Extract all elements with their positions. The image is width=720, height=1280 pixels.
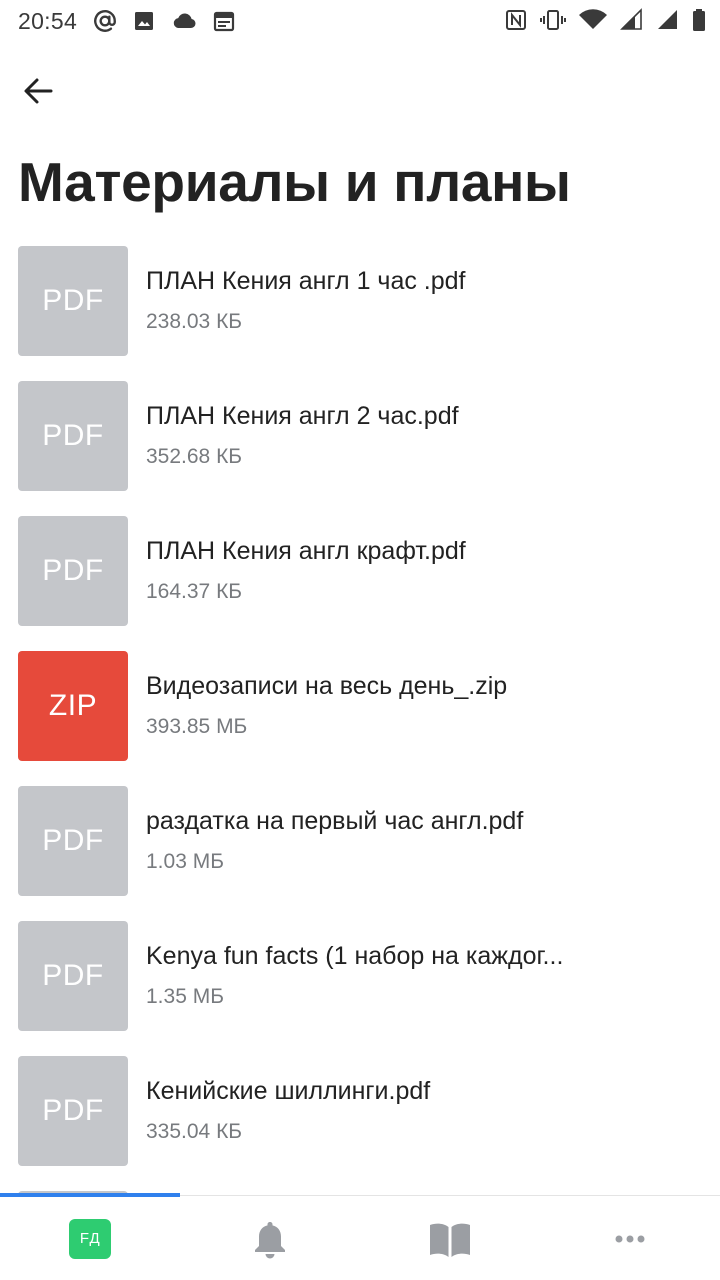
file-item[interactable]: PDF ПЛАН Кения англ 2 час.pdf 352.68 КБ <box>0 381 720 516</box>
file-type-label: ZIP <box>48 689 98 722</box>
file-name: Видеозаписи на весь день_.zip <box>146 672 508 700</box>
file-item[interactable]: PDF ПЛАН Кения англ крафт.pdf 164.37 КБ <box>0 516 720 651</box>
nav-library[interactable] <box>360 1196 540 1280</box>
avatar-initials: FД <box>79 1230 101 1247</box>
file-size: 393.85 МБ <box>146 715 248 738</box>
file-name: ПЛАН Кения англ 2 час.pdf <box>146 402 459 430</box>
file-type-thumbnail: PDF <box>18 246 128 356</box>
status-notification-icons <box>92 8 236 34</box>
bell-icon <box>250 1218 290 1260</box>
nav-profile[interactable]: FД <box>0 1196 180 1280</box>
file-type-thumbnail: PDF <box>18 1056 128 1166</box>
nfc-icon <box>504 8 528 32</box>
file-size: 335.04 КБ <box>146 1120 243 1143</box>
file-type-thumbnail: PDF <box>18 516 128 626</box>
file-type-thumbnail: ZIP <box>18 651 128 761</box>
file-type-label: PDF <box>42 824 104 857</box>
file-list: PDF ПЛАН Кения англ 1 час .pdf 238.03 КБ… <box>0 246 720 1201</box>
scroll-progress-bar <box>0 1193 180 1197</box>
file-size: 1.35 МБ <box>146 985 224 1008</box>
file-type-thumbnail: PDF <box>18 921 128 1031</box>
file-type-thumbnail: PDF <box>18 381 128 491</box>
page-title: Материалы и планы <box>18 151 571 213</box>
book-icon <box>427 1219 473 1259</box>
file-type-thumbnail: PDF <box>18 786 128 896</box>
file-item[interactable]: PDF Кенийские шиллинги.pdf 335.04 КБ <box>0 1056 720 1191</box>
file-type-label: PDF <box>42 554 104 587</box>
file-type-label: PDF <box>42 1094 104 1127</box>
calendar-icon <box>212 9 236 33</box>
more-dots-icon <box>614 1234 646 1244</box>
file-size: 1.03 МБ <box>146 850 224 873</box>
file-name: Кенийские шиллинги.pdf <box>146 1077 431 1105</box>
file-item[interactable]: PDF ПЛАН Кения англ 1 час .pdf 238.03 КБ <box>0 246 720 381</box>
file-size: 164.37 КБ <box>146 580 243 603</box>
file-name: ПЛАН Кения англ 1 час .pdf <box>146 267 466 295</box>
cloud-icon <box>170 9 198 33</box>
vibrate-icon <box>540 8 566 32</box>
file-type-label: PDF <box>42 419 104 452</box>
signal-1-icon <box>620 8 644 32</box>
battery-icon <box>692 8 706 32</box>
image-icon <box>132 9 156 33</box>
file-type-label: PDF <box>42 284 104 317</box>
nav-more[interactable] <box>540 1196 720 1280</box>
file-size: 352.68 КБ <box>146 445 243 468</box>
arrow-left-icon <box>18 70 60 112</box>
nav-notifications[interactable] <box>180 1196 360 1280</box>
file-item[interactable]: ZIP Видеозаписи на весь день_.zip 393.85… <box>0 651 720 786</box>
wifi-icon <box>578 8 608 32</box>
back-button[interactable] <box>18 70 60 112</box>
status-bar: 20:54 <box>0 0 720 44</box>
signal-2-icon <box>656 8 680 32</box>
status-system-icons <box>504 8 706 32</box>
at-sign-icon <box>92 8 118 34</box>
file-item[interactable]: PDF раздатка на первый час англ.pdf 1.03… <box>0 786 720 921</box>
profile-avatar: FД <box>69 1218 111 1259</box>
status-time: 20:54 <box>18 8 78 34</box>
file-name: раздатка на первый час англ.pdf <box>146 807 524 835</box>
bottom-navigation: FД <box>0 1195 720 1280</box>
file-type-label: PDF <box>42 959 104 992</box>
file-size: 238.03 КБ <box>146 310 243 333</box>
file-name: ПЛАН Кения англ крафт.pdf <box>146 537 466 565</box>
file-name: Kenya fun facts (1 набор на каждог... <box>146 942 564 970</box>
file-item[interactable]: PDF Kenya fun facts (1 набор на каждог..… <box>0 921 720 1056</box>
